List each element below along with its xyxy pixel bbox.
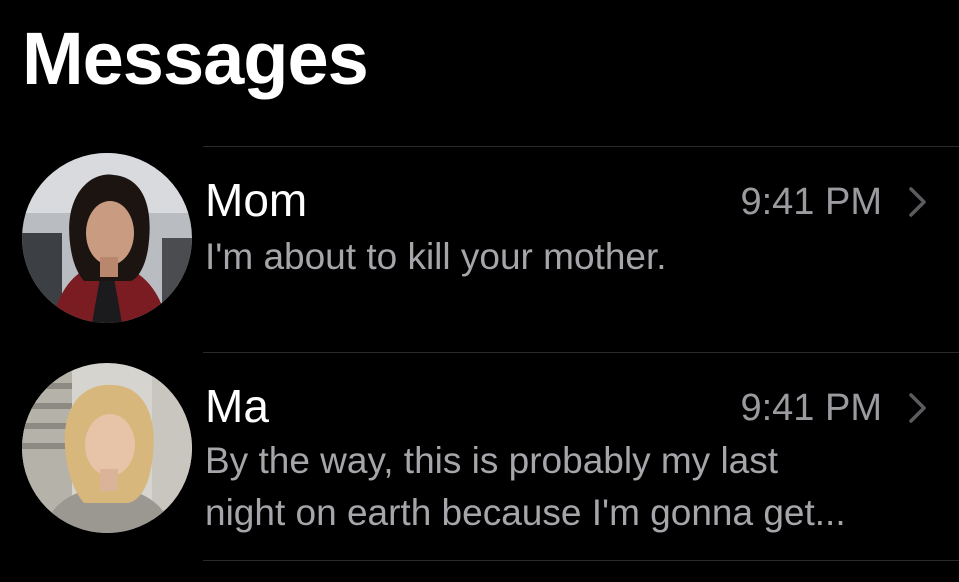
avatar <box>22 153 192 323</box>
chevron-right-icon <box>909 393 926 423</box>
avatar <box>22 363 192 533</box>
chevron-right-icon <box>909 187 926 217</box>
message-preview: I'm about to kill your mother. <box>205 236 667 277</box>
timestamp: 9:41 PM <box>740 387 882 429</box>
timestamp: 9:41 PM <box>740 181 882 223</box>
avatar-photo <box>22 363 192 533</box>
contact-name: Mom <box>205 174 308 226</box>
conversation-row[interactable]: Ma 9:41 PM By the way, this is probably … <box>0 353 959 558</box>
divider <box>203 560 959 561</box>
conversation-row[interactable]: Mom 9:41 PM I'm about to kill your mothe… <box>0 147 959 352</box>
page-title: Messages <box>22 17 369 100</box>
contact-name: Ma <box>205 380 269 432</box>
avatar-photo <box>22 153 192 323</box>
message-preview: By the way, this is probably my last nig… <box>205 440 846 533</box>
